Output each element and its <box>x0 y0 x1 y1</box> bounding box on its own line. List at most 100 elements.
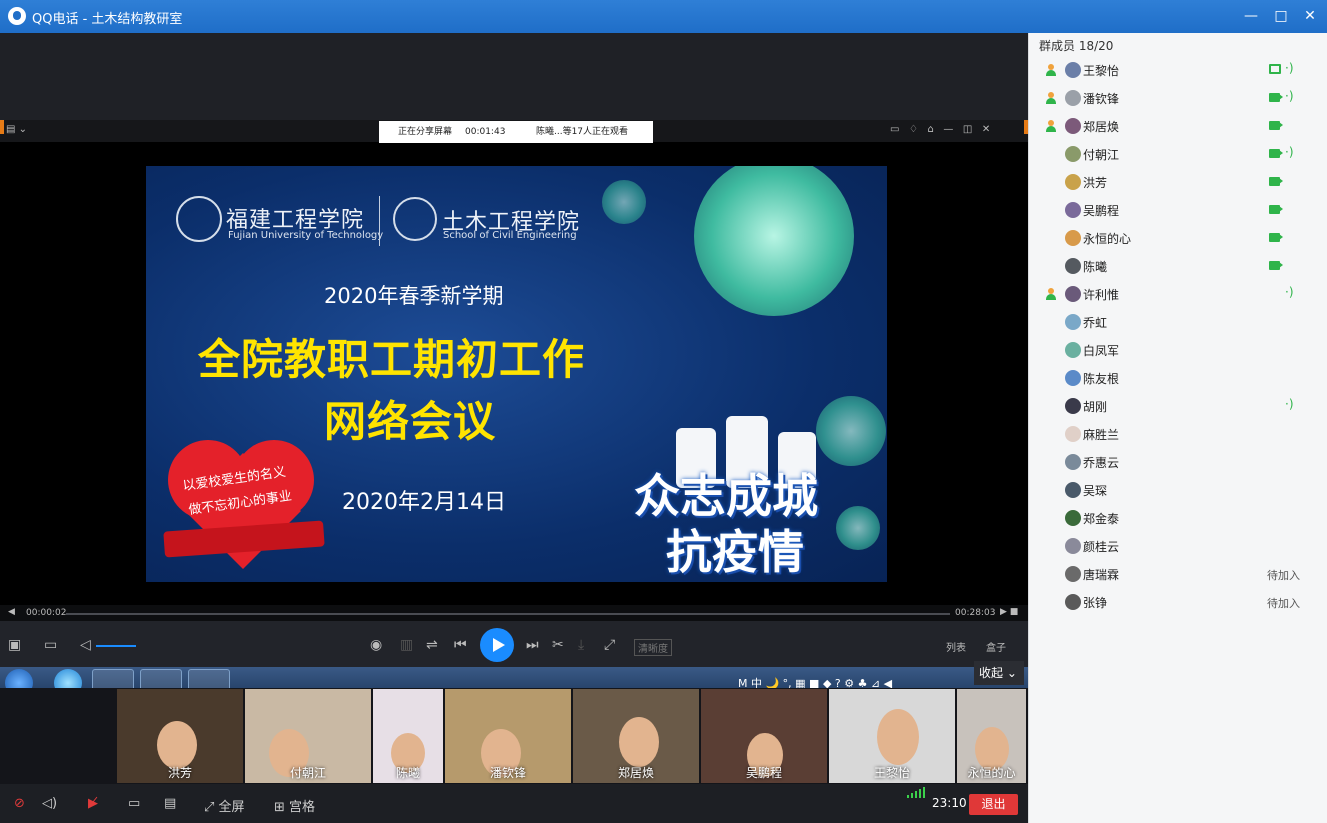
video-thumbnail[interactable]: 王黎怡 <box>829 689 955 783</box>
member-row[interactable]: 张铮 待加入 <box>1029 588 1327 616</box>
member-row[interactable]: 白凤军 <box>1029 336 1327 364</box>
member-row[interactable]: 许利惟 ·) <box>1029 280 1327 308</box>
call-toolbar: ⊘ ◁) ▶̸ ▭ ▤ ⤢ 全屏 ⊞ 宫格 23:10 退出 <box>0 784 1028 823</box>
download-icon[interactable]: ⤓ <box>578 637 584 653</box>
whiteboard-icon[interactable]: ▤ <box>164 796 176 811</box>
seek-track[interactable] <box>66 613 950 615</box>
qq-call-window: QQ电话 - 土木结构教研室 — □ ✕ ▤ ⌄ ▭ ♢ ⌂ — ◫ ✕ 正在分… <box>0 0 1327 823</box>
member-row[interactable]: 洪芳 <box>1029 168 1327 196</box>
camera-off-icon[interactable]: ▶̸ <box>88 796 98 811</box>
member-name: 王黎怡 <box>1083 64 1120 78</box>
member-row[interactable]: 陈曦 <box>1029 252 1327 280</box>
member-name: 唐瑞霖 <box>1083 568 1120 582</box>
expand-icon[interactable]: ⤢ <box>604 637 615 653</box>
member-row[interactable]: 吴鹏程 <box>1029 196 1327 224</box>
member-row[interactable]: 颜桂云 <box>1029 532 1327 560</box>
virus-graphic-bottom <box>836 506 880 550</box>
settings-icon[interactable]: ⇌ <box>426 637 438 653</box>
member-row[interactable]: 乔虹 <box>1029 308 1327 336</box>
close-button[interactable]: ✕ <box>1299 5 1321 27</box>
speaking-icon: ·) <box>1285 145 1294 159</box>
fullscreen-button[interactable]: ⤢ 全屏 <box>204 796 245 815</box>
avatar <box>1065 398 1081 414</box>
open-folder-icon[interactable]: ▭ <box>44 637 57 653</box>
video-thumbnail[interactable]: 潘钦锋 <box>445 689 571 783</box>
member-row[interactable]: 陈友根 <box>1029 364 1327 392</box>
avatar <box>1065 342 1081 358</box>
member-row[interactable]: 乔惠云 <box>1029 448 1327 476</box>
previous-icon[interactable]: ⏮ <box>454 637 467 653</box>
host-icon <box>1045 64 1057 76</box>
box-button[interactable]: 盒子 <box>986 639 1006 654</box>
quality-button[interactable]: 清晰度 <box>634 639 672 656</box>
avatar <box>1065 314 1081 330</box>
member-row[interactable]: 麻胜兰 <box>1029 420 1327 448</box>
member-count: 群成员 18/20 <box>1039 39 1114 53</box>
screen-share-status-bar: 正在分享屏幕 00:01:43 陈曦...等17人正在观看 <box>379 121 653 143</box>
avatar <box>1065 230 1081 246</box>
speaking-icon: ·) <box>1285 397 1294 411</box>
member-row[interactable]: 吴琛 <box>1029 476 1327 504</box>
trash-icon[interactable]: ▥ <box>400 637 413 653</box>
member-name: 乔虹 <box>1083 316 1108 330</box>
title-bar: QQ电话 - 土木结构教研室 — □ ✕ <box>0 0 1327 33</box>
share-screen-icon[interactable]: ▭ <box>128 796 140 811</box>
college-logo-icon <box>393 197 437 241</box>
member-row[interactable]: 付朝江 ·) <box>1029 140 1327 168</box>
video-thumbnail[interactable]: 吴鹏程 <box>701 689 827 783</box>
mic-muted-icon[interactable]: ⊘ <box>14 796 25 811</box>
player-controls: ▣ ▭ ◁ ◉ ▥ ⇌ ⏮ ⏭ ✂ ⤓ ⤢ 清晰度 列表 盒子 <box>0 621 1028 667</box>
avatar <box>1065 286 1081 302</box>
maximize-button[interactable]: □ <box>1270 5 1292 27</box>
video-thumbnail[interactable]: 郑居焕 <box>573 689 699 783</box>
share-viewers: 陈曦...等17人正在观看 <box>536 127 629 137</box>
menu-icon[interactable]: ▤ ⌄ <box>6 124 27 135</box>
grid-view-button[interactable]: ⊞ 宫格 <box>274 796 315 815</box>
video-thumbnail[interactable]: 付朝江 <box>245 689 371 783</box>
seek-bar[interactable]: ◀ 00:00:02 00:28:03 ▶ ■ <box>0 605 1028 621</box>
avatar <box>1065 258 1081 274</box>
member-row[interactable]: 郑居焕 <box>1029 112 1327 140</box>
avatar <box>1065 62 1081 78</box>
virus-graphic-small <box>602 180 646 224</box>
next-arrow-icon[interactable]: ▶ ■ <box>1000 607 1018 617</box>
exit-button[interactable]: 退出 <box>969 794 1018 815</box>
volume-icon[interactable]: ◁ <box>80 637 91 653</box>
avatar <box>1065 370 1081 386</box>
camera-on-icon <box>1269 233 1283 242</box>
member-row[interactable]: 王黎怡 ·) <box>1029 56 1327 84</box>
player-window-icons[interactable]: ▭ ♢ ⌂ — ◫ ✕ <box>890 124 990 135</box>
member-row[interactable]: 唐瑞霖 待加入 <box>1029 560 1327 588</box>
video-thumbnail[interactable]: 洪芳 <box>117 689 243 783</box>
presentation-slide: 福建工程学院 Fujian University of Technology 土… <box>146 166 887 582</box>
speaking-icon: ·) <box>1285 285 1294 299</box>
prev-arrow-icon[interactable]: ◀ <box>8 607 15 617</box>
collapse-button[interactable]: 收起 ⌄ <box>974 661 1024 685</box>
video-thumbnail[interactable]: 陈曦 <box>373 689 443 783</box>
video-thumbnail[interactable]: 永恒的心 <box>957 689 1026 783</box>
next-icon[interactable]: ⏭ <box>526 637 539 653</box>
share-status: 正在分享屏幕 <box>398 127 453 137</box>
participant-name: 洪芳 <box>167 766 192 780</box>
speaker-icon[interactable]: ◁) <box>42 796 57 811</box>
eye-icon[interactable]: ◉ <box>370 637 382 653</box>
minimize-button[interactable]: — <box>1240 5 1262 27</box>
slide-title-line2: 网络会议 <box>324 397 497 446</box>
member-row[interactable]: 潘钦锋 ·) <box>1029 84 1327 112</box>
window-title: QQ电话 - 土木结构教研室 <box>32 12 183 27</box>
member-status: 待加入 <box>1267 597 1300 610</box>
camera-on-icon <box>1269 177 1283 186</box>
avatar <box>1065 174 1081 190</box>
scissors-icon[interactable]: ✂ <box>552 637 564 653</box>
member-row[interactable]: 郑金泰 <box>1029 504 1327 532</box>
qq-logo-icon <box>8 7 26 25</box>
member-row[interactable]: 胡刚 ·) <box>1029 392 1327 420</box>
slide-title-line1: 全院教职工期初工作 <box>198 335 586 384</box>
slide-date: 2020年2月14日 <box>342 490 506 515</box>
member-row[interactable]: 永恒的心 <box>1029 224 1327 252</box>
toolbox-icon[interactable]: ▣ <box>8 637 21 653</box>
volume-slider[interactable] <box>96 645 136 647</box>
playlist-button[interactable]: 列表 <box>946 639 966 654</box>
share-timer: 00:01:43 <box>465 127 506 137</box>
play-button[interactable] <box>480 628 514 662</box>
